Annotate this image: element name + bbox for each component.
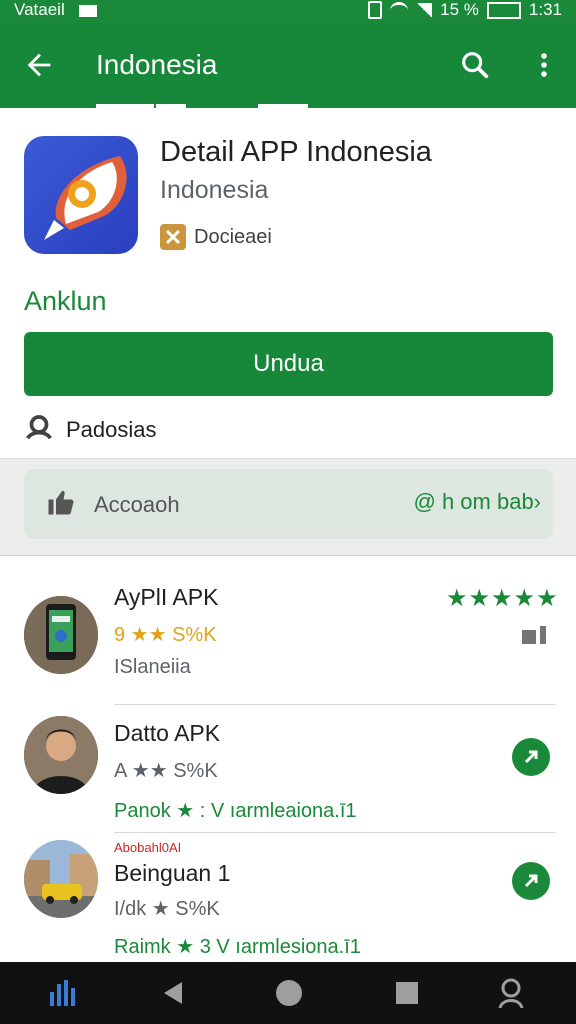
battery-icon bbox=[486, 1, 521, 19]
bar-chart-icon bbox=[522, 626, 550, 644]
item-subtitle: ISlaneiia bbox=[114, 656, 191, 678]
more-vert-icon[interactable] bbox=[532, 48, 556, 82]
divider bbox=[114, 832, 556, 833]
list-item[interactable]: Abobahl0AI Beinguan 1 I/dk ★ S%K Raimk ★… bbox=[0, 840, 576, 962]
status-bar: Vataeil 15 % 1:31 bbox=[0, 0, 576, 22]
vibrate-icon bbox=[368, 1, 383, 19]
page-title: Indonesia bbox=[96, 49, 218, 80]
section-label: Anklun bbox=[24, 286, 107, 316]
item-title: Datto APK bbox=[114, 720, 221, 746]
item-meta: I/dk ★ S%K bbox=[114, 898, 220, 920]
home-nav-icon[interactable] bbox=[272, 976, 306, 1010]
install-button-label: Undua bbox=[253, 350, 324, 377]
list-item[interactable]: AyPlI APK 9 ★★ S%K ISlaneiia ★★★★★ bbox=[0, 584, 576, 704]
item-action-button[interactable] bbox=[512, 738, 550, 776]
item-avatar bbox=[24, 716, 98, 794]
category-label: Docieaei bbox=[194, 225, 272, 248]
app-bar: Indonesia bbox=[0, 22, 576, 108]
person-settings-icon bbox=[24, 412, 54, 448]
item-meta: A ★★ S%K bbox=[114, 760, 218, 782]
permissions-row[interactable]: Padosias bbox=[24, 412, 157, 448]
item-title: Beinguan 1 bbox=[114, 860, 231, 886]
item-action-button[interactable] bbox=[512, 862, 550, 900]
rating-card-left: Accoaoh bbox=[46, 487, 180, 523]
status-right: 15 % 1:31 bbox=[368, 0, 562, 20]
item-title: AyPlI APK bbox=[114, 584, 219, 610]
item-subtitle: Raimk ★ 3 V ıarmlesiona.ī1 bbox=[114, 936, 361, 958]
app-header-section: Detail APP Indonesia Indonesia Docieaei … bbox=[0, 108, 576, 458]
back-arrow-icon[interactable] bbox=[22, 48, 56, 82]
carrier-text: Vataeil bbox=[14, 0, 65, 19]
app-name: Detail APP Indonesia bbox=[160, 136, 432, 168]
notification-icon bbox=[79, 4, 98, 17]
divider bbox=[114, 704, 556, 705]
category-icon bbox=[160, 224, 186, 250]
account-icon[interactable] bbox=[496, 976, 530, 1010]
rating-card-action[interactable]: @ h om bab› bbox=[414, 489, 542, 515]
rating-card[interactable]: Accoaoh @ h om bab› bbox=[24, 469, 553, 539]
bottom-nav-bar bbox=[0, 962, 576, 1024]
time-text: 1:31 bbox=[528, 0, 562, 19]
thumbs-up-icon bbox=[46, 487, 76, 523]
stats-icon[interactable] bbox=[46, 976, 80, 1010]
permissions-label: Padosias bbox=[66, 417, 157, 442]
app-icon bbox=[24, 136, 138, 254]
item-title-prefix: Abobahl0AI bbox=[114, 840, 182, 855]
wifi-icon bbox=[390, 1, 409, 19]
rating-band: Accoaoh @ h om bab› bbox=[0, 458, 576, 556]
status-left: Vataeil bbox=[14, 0, 98, 20]
signal-icon bbox=[416, 3, 433, 17]
back-nav-icon[interactable] bbox=[156, 976, 190, 1010]
search-icon[interactable] bbox=[458, 48, 492, 82]
recents-nav-icon[interactable] bbox=[390, 976, 424, 1010]
item-rating: ★★★★★ bbox=[446, 585, 559, 612]
item-meta: 9 ★★ S%K bbox=[114, 624, 217, 646]
item-thumbnail bbox=[24, 596, 98, 674]
related-apps-list: AyPlI APK 9 ★★ S%K ISlaneiia ★★★★★ Datto… bbox=[0, 556, 576, 962]
app-category[interactable]: Docieaei bbox=[160, 224, 272, 250]
battery-text: 15 % bbox=[440, 0, 479, 19]
install-button[interactable]: Undua bbox=[24, 332, 553, 396]
app-developer[interactable]: Indonesia bbox=[160, 176, 268, 205]
list-item[interactable]: Datto APK A ★★ S%K Panok ★ : V ıarmleaio… bbox=[0, 716, 576, 836]
item-subtitle: Panok ★ : V ıarmleaiona.ī1 bbox=[114, 800, 357, 822]
rating-card-label: Accoaoh bbox=[94, 492, 180, 517]
item-thumbnail bbox=[24, 840, 98, 918]
